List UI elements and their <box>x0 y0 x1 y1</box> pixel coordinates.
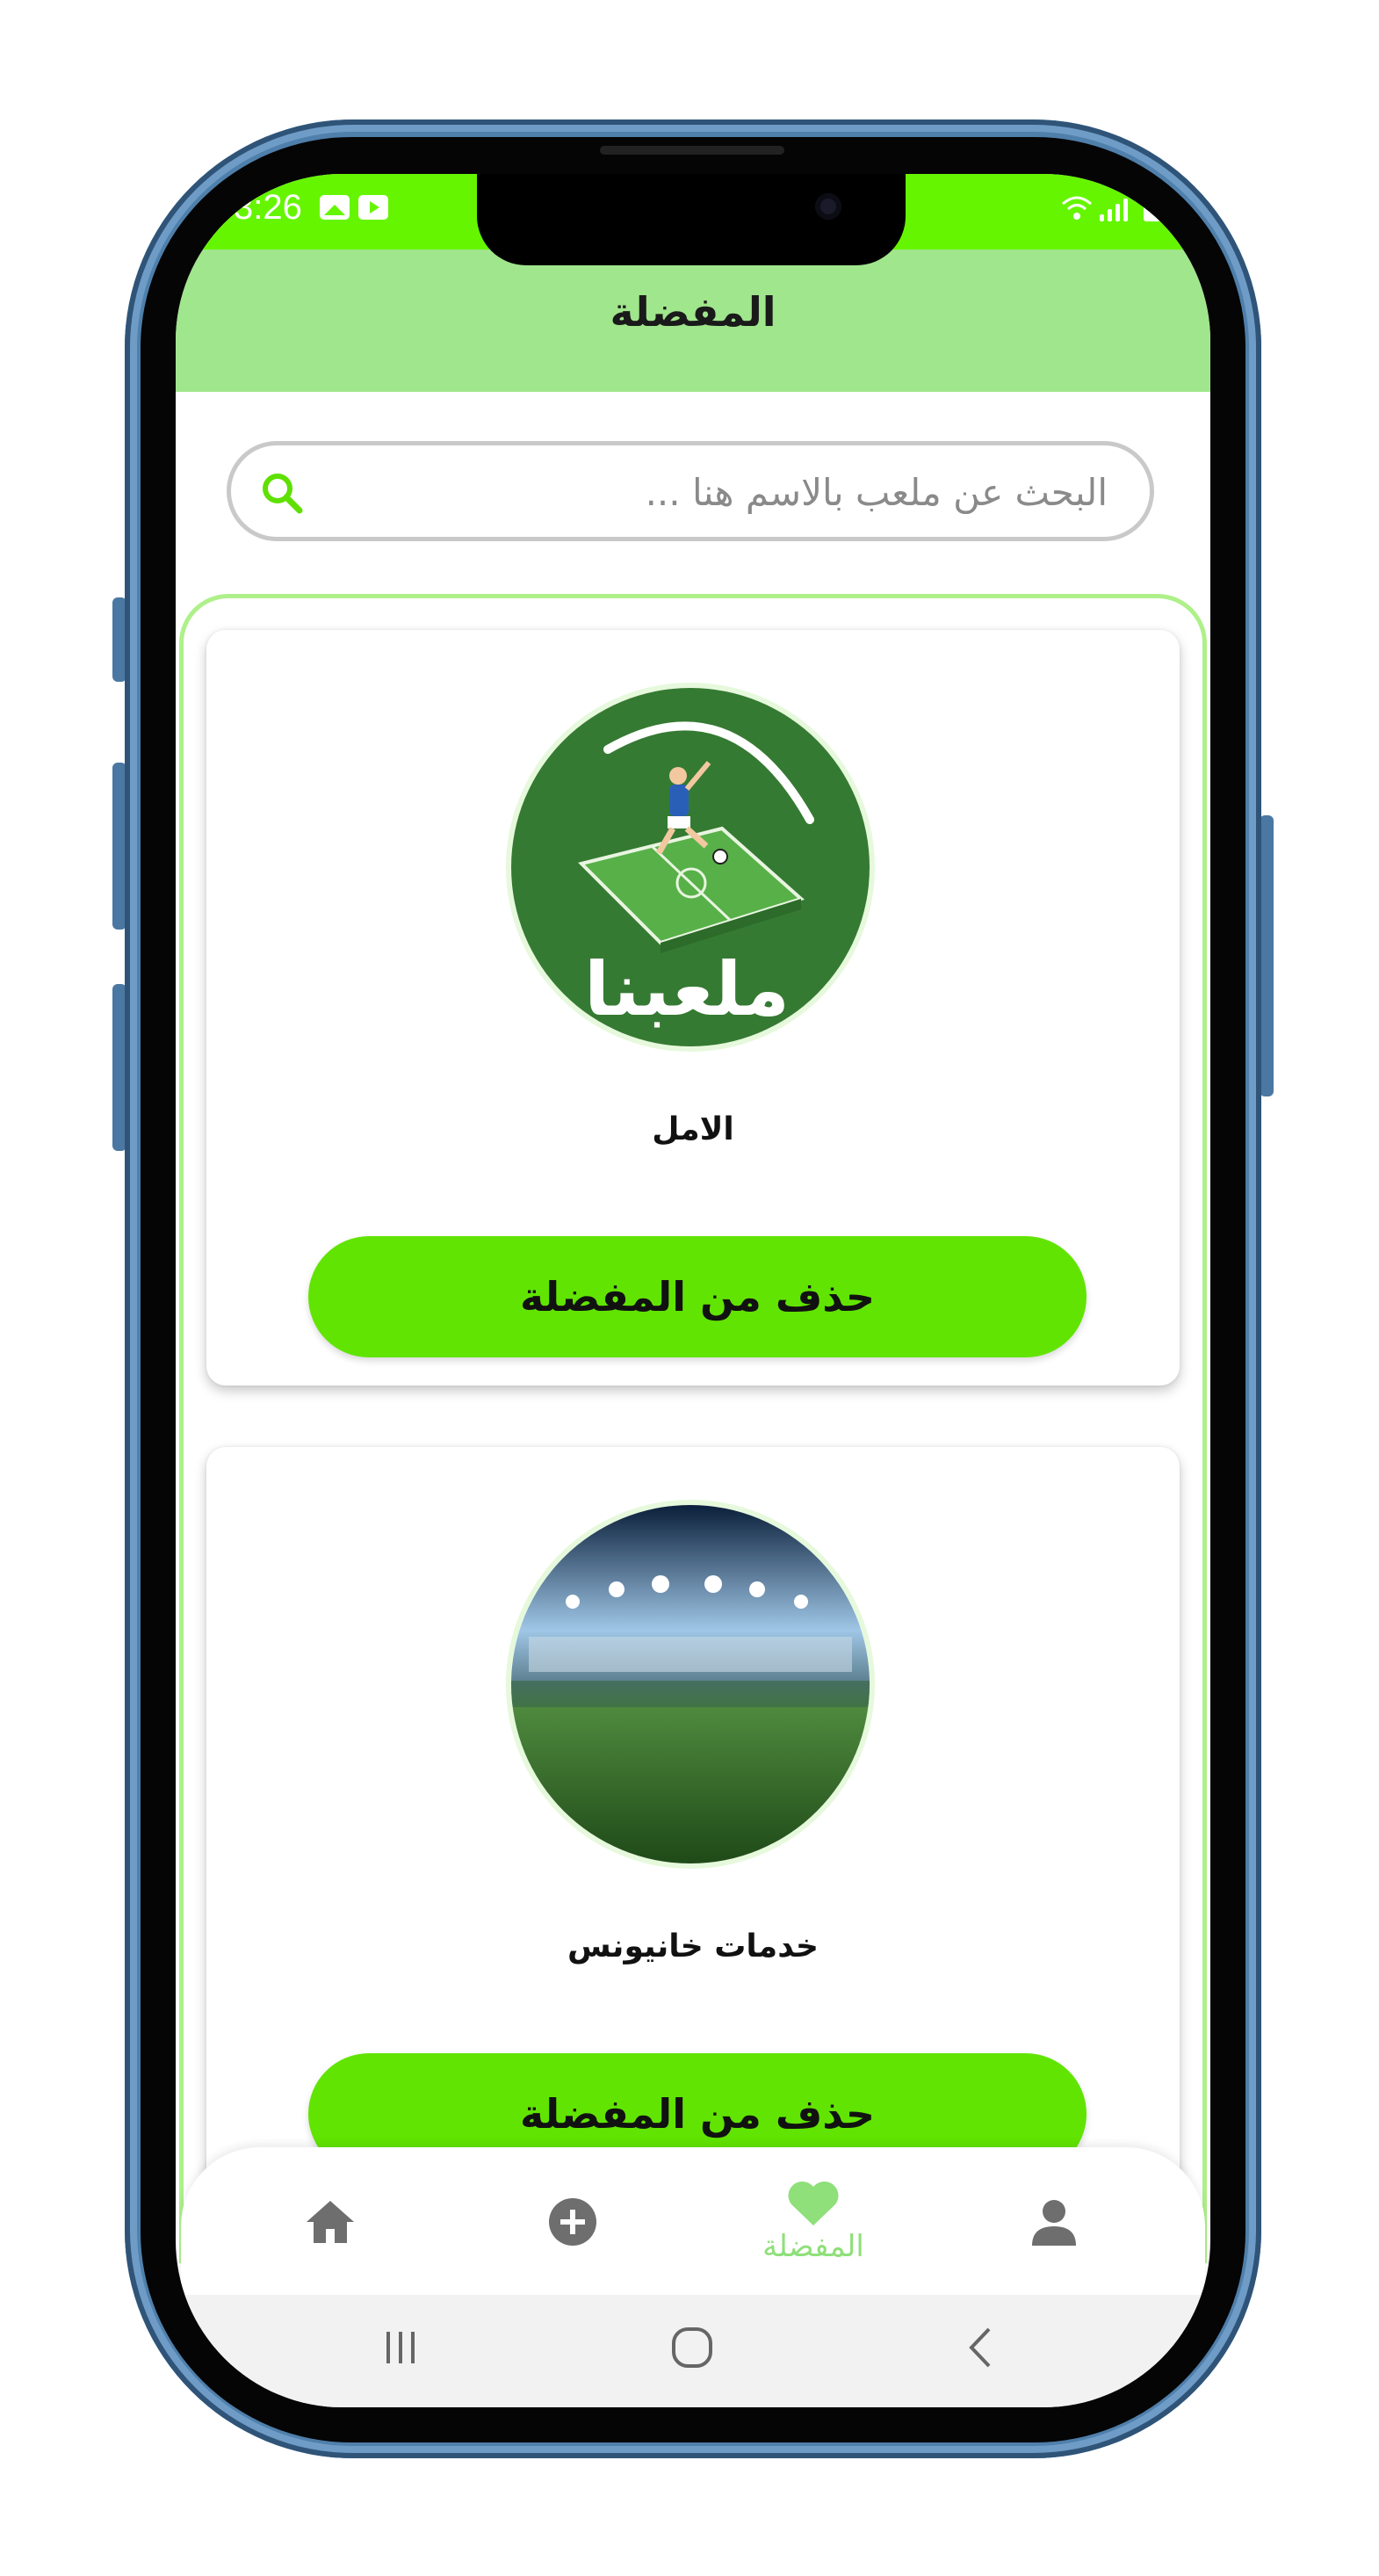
battery-icon <box>1144 193 1161 221</box>
stadium-name: الامل <box>652 1111 734 1147</box>
display-notch <box>477 174 906 265</box>
add-circle-icon <box>549 2198 596 2246</box>
youtube-notification-icon <box>358 195 388 220</box>
search-bar[interactable] <box>227 441 1154 541</box>
front-camera <box>815 193 841 220</box>
bottom-navigation: المفضلة <box>181 2147 1205 2297</box>
page-header: المفضلة <box>176 250 1210 392</box>
favorites-list[interactable]: ملعبنا الامل حذف من المفضلة خدمات خانيون… <box>179 594 1207 2263</box>
search-input[interactable] <box>333 465 1109 519</box>
home-circle-icon <box>672 2327 712 2368</box>
signal-icon <box>1100 195 1128 221</box>
back-chevron-icon <box>969 2327 991 2368</box>
person-icon <box>1032 2200 1076 2246</box>
remove-favorite-button[interactable]: حذف من المفضلة <box>308 1236 1087 1357</box>
nav-add[interactable] <box>485 2147 661 2297</box>
heart-icon <box>788 2181 839 2225</box>
home-icon <box>307 2201 354 2243</box>
power-button <box>1260 815 1274 1096</box>
gallery-notification-icon <box>320 195 350 220</box>
recent-apps-icon <box>386 2332 415 2363</box>
stadium-logo-image: ملعبنا <box>506 683 875 1052</box>
back-system-button[interactable] <box>945 2319 1015 2376</box>
stadium-logo-text: ملعبنا <box>584 946 790 1032</box>
app-screen: 3:26 المفضلة البحث عن ملعب بالاسم هنا ..… <box>176 174 1210 2407</box>
nav-home[interactable] <box>242 2147 418 2297</box>
search-icon[interactable] <box>257 468 308 519</box>
status-time: 3:26 <box>234 188 302 227</box>
nav-favorites-label: المفضلة <box>762 2229 864 2264</box>
favorite-card: ملعبنا الامل حذف من المفضلة <box>206 630 1180 1386</box>
nav-favorites[interactable]: المفضلة <box>726 2147 901 2297</box>
recent-apps-button[interactable] <box>365 2319 436 2376</box>
page-title: المفضلة <box>610 288 776 336</box>
favorite-card: خدمات خانيونس حذف من المفضلة <box>206 1447 1180 2203</box>
stadium-photo-image <box>506 1500 875 1869</box>
stadium-name: خدمات خانيونس <box>567 1928 819 1965</box>
nav-profile[interactable] <box>966 2147 1142 2297</box>
wifi-icon <box>1061 195 1093 221</box>
system-navigation-bar <box>176 2295 1210 2407</box>
home-system-button[interactable] <box>657 2319 727 2376</box>
earpiece-speaker <box>600 146 784 155</box>
